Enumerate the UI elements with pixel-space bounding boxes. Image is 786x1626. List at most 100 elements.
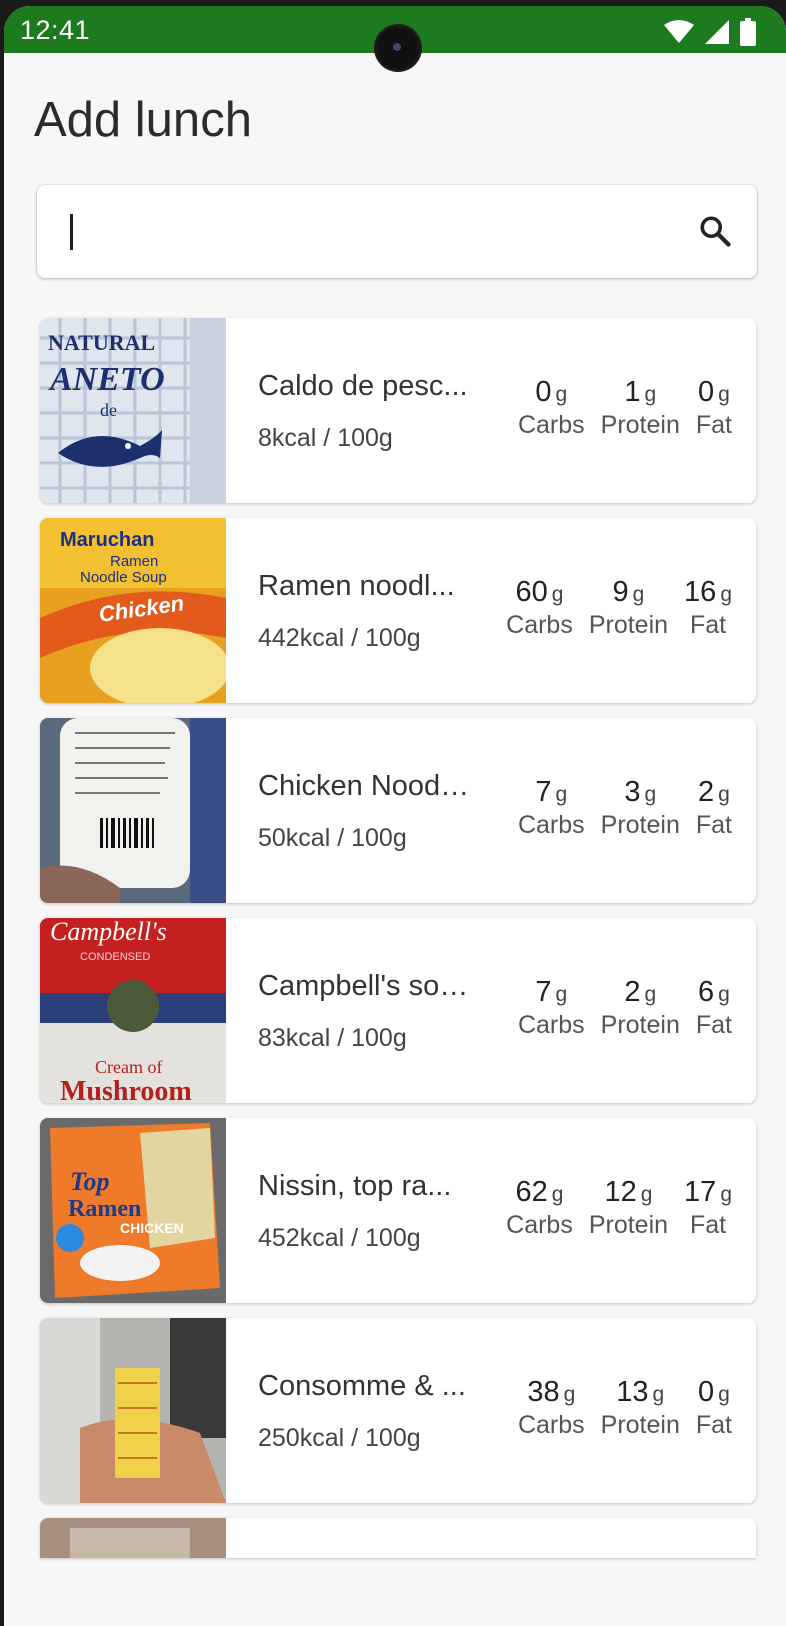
unit-label: g bbox=[551, 583, 564, 606]
unit-label: g bbox=[718, 383, 730, 406]
protein-value: 1 bbox=[624, 376, 641, 408]
status-bar: 12:41 bbox=[4, 6, 786, 72]
unit-label: g bbox=[551, 1183, 564, 1206]
protein-value: 3 bbox=[624, 776, 641, 808]
status-time: 12:41 bbox=[20, 15, 91, 45]
thumb-text: ANETO bbox=[48, 361, 165, 398]
food-item[interactable]: Consomme & ... 250kcal / 100g 38 g Carbs … bbox=[40, 1318, 756, 1503]
fat-value: 6 bbox=[698, 976, 715, 1008]
food-thumbnail: Maruchan Ramen Noodle Soup Chicken bbox=[40, 518, 226, 703]
fat-value: 17 bbox=[684, 1176, 717, 1208]
macros: 0g Carbs 1g Protein 0g Fat bbox=[518, 376, 732, 440]
macro-carbs: 38 g Carbs bbox=[518, 1376, 585, 1440]
fat-label: Fat bbox=[695, 411, 732, 439]
fat-label: Fat bbox=[695, 1411, 732, 1439]
carbs-value: 38 bbox=[527, 1376, 560, 1408]
search-icon[interactable] bbox=[697, 213, 733, 254]
macro-protein: 3g Protein bbox=[601, 776, 680, 840]
fat-value: 16 bbox=[684, 576, 717, 608]
thumb-text: NATURAL bbox=[48, 330, 155, 355]
food-item[interactable]: Campbell's CONDENSED Cream of Mushroom C… bbox=[40, 918, 756, 1103]
food-kcal: 50kcal / 100g bbox=[258, 824, 407, 852]
macros: 7g Carbs 2g Protein 6g Fat bbox=[518, 976, 732, 1040]
protein-value: 2 bbox=[624, 976, 641, 1008]
protein-value: 9 bbox=[612, 576, 629, 608]
unit-label: g bbox=[563, 1383, 576, 1406]
food-item[interactable]: Chicken Noodl... 50kcal / 100g 7g Carbs … bbox=[40, 718, 756, 903]
status-icons bbox=[664, 18, 756, 46]
unit-label: g bbox=[632, 583, 645, 606]
unit-label: g bbox=[644, 983, 657, 1006]
thumb-text: Cream of bbox=[95, 1057, 162, 1077]
carbs-label: Carbs bbox=[506, 1211, 573, 1239]
food-item[interactable]: NATURAL ANETO de Caldo de pesc... 8kcal … bbox=[40, 318, 756, 503]
macro-protein: 13 g Protein bbox=[601, 1376, 680, 1440]
macro-fat: 0g Fat bbox=[696, 1376, 732, 1440]
food-list: NATURAL ANETO de Caldo de pesc... 8kcal … bbox=[40, 318, 756, 1558]
carbs-value: 0 bbox=[535, 376, 552, 408]
macros: 7g Carbs 3g Protein 2g Fat bbox=[518, 776, 732, 840]
food-name: Chicken Noodl... bbox=[258, 770, 470, 802]
food-kcal: 442kcal / 100g bbox=[258, 624, 421, 652]
unit-label: g bbox=[644, 783, 657, 806]
food-item-partial[interactable] bbox=[40, 1518, 756, 1558]
unit-label: g bbox=[644, 383, 657, 406]
macro-protein: 9g Protein bbox=[589, 576, 668, 640]
thumb-text: CONDENSED bbox=[80, 951, 150, 963]
carbs-label: Carbs bbox=[517, 1411, 585, 1439]
macro-protein: 12 g Protein bbox=[589, 1176, 668, 1240]
food-thumbnail bbox=[40, 1518, 226, 1558]
unit-label: g bbox=[718, 783, 730, 806]
food-thumbnail: Campbell's CONDENSED Cream of Mushroom bbox=[40, 918, 226, 1103]
protein-value: 13 bbox=[616, 1376, 649, 1408]
carbs-label: Carbs bbox=[517, 411, 585, 439]
macro-fat: 16 g Fat bbox=[684, 576, 732, 640]
food-thumbnail: Top Ramen CHICKEN bbox=[40, 1118, 226, 1303]
unit-label: g bbox=[640, 1183, 653, 1206]
unit-label: g bbox=[652, 1383, 665, 1406]
food-name: Consomme & ... bbox=[258, 1370, 466, 1402]
carbs-value: 62 bbox=[515, 1176, 548, 1208]
thumb-text: CHICKEN bbox=[120, 1220, 184, 1236]
unit-label: g bbox=[718, 983, 730, 1006]
food-item[interactable]: Top Ramen CHICKEN Nissin, top ra... 452k… bbox=[40, 1118, 756, 1303]
macro-protein: 2g Protein bbox=[601, 976, 680, 1040]
protein-label: Protein bbox=[588, 611, 669, 639]
macro-carbs: 7g Carbs bbox=[518, 776, 585, 840]
macro-fat: 17 g Fat bbox=[684, 1176, 732, 1240]
fat-label: Fat bbox=[695, 811, 732, 839]
fat-label: Fat bbox=[689, 1211, 727, 1239]
fat-value: 2 bbox=[698, 776, 715, 808]
battery-icon bbox=[740, 18, 756, 46]
food-thumbnail: NATURAL ANETO de bbox=[40, 318, 226, 503]
page-title: Add lunch bbox=[34, 93, 252, 147]
thumb-text: Campbell's bbox=[50, 918, 167, 946]
carbs-label: Carbs bbox=[517, 1011, 585, 1039]
unit-label: g bbox=[555, 783, 568, 806]
protein-label: Protein bbox=[600, 411, 680, 439]
thumb-text: de bbox=[100, 400, 117, 420]
food-item[interactable]: Maruchan Ramen Noodle Soup Chicken Ramen… bbox=[40, 518, 756, 703]
macro-fat: 2g Fat bbox=[696, 776, 732, 840]
food-thumbnail bbox=[40, 1318, 226, 1503]
thumb-text: Top bbox=[70, 1167, 110, 1196]
protein-label: Protein bbox=[600, 1411, 680, 1439]
protein-value: 12 bbox=[604, 1176, 637, 1208]
fat-value: 0 bbox=[698, 1376, 715, 1408]
macro-carbs: 7g Carbs bbox=[518, 976, 585, 1040]
search-input[interactable] bbox=[65, 205, 669, 259]
thumb-text: Noodle Soup bbox=[80, 569, 167, 586]
fat-label: Fat bbox=[695, 1011, 732, 1039]
protein-label: Protein bbox=[588, 1211, 669, 1239]
protein-label: Protein bbox=[600, 1011, 680, 1039]
unit-label: g bbox=[720, 1183, 732, 1206]
food-thumbnail bbox=[40, 718, 226, 903]
thumb-text: Mushroom bbox=[60, 1076, 192, 1103]
thumb-text: Maruchan bbox=[60, 529, 154, 551]
carbs-label: Carbs bbox=[506, 611, 573, 639]
macro-fat: 6g Fat bbox=[696, 976, 732, 1040]
macro-carbs: 0g Carbs bbox=[518, 376, 585, 440]
search-box[interactable] bbox=[37, 185, 757, 278]
wifi-icon bbox=[664, 20, 694, 44]
cell-signal-icon bbox=[704, 19, 730, 45]
